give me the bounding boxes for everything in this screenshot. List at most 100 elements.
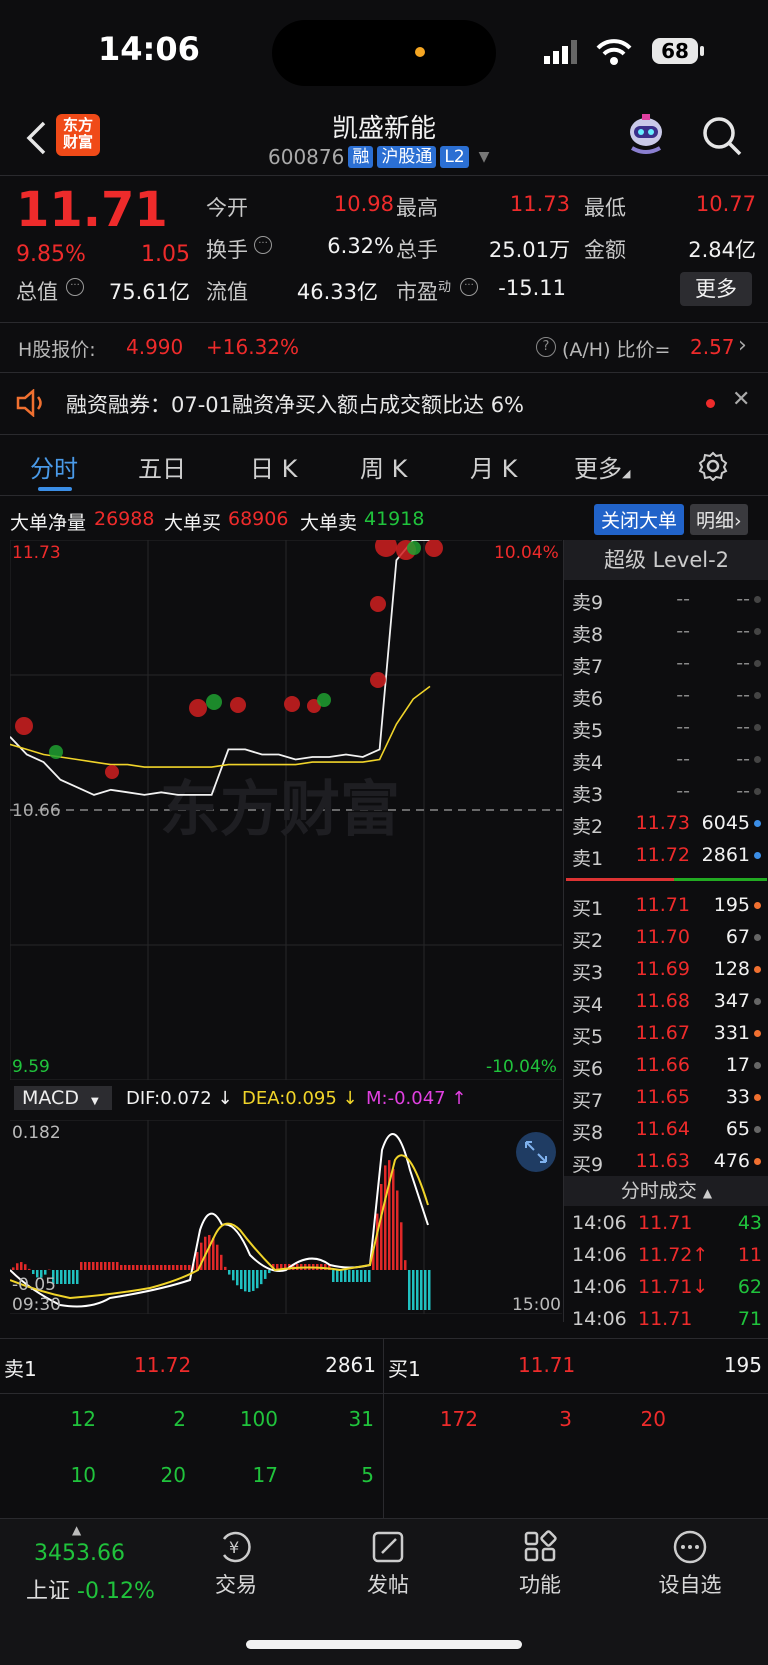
- amount-value: 2.84亿: [688, 238, 756, 262]
- macd-bar: [216, 1244, 219, 1270]
- wifi-icon: [596, 39, 632, 65]
- bid-price: 11.64: [635, 1118, 690, 1140]
- macd-bar: [240, 1270, 243, 1290]
- macd-bar: [164, 1265, 167, 1270]
- macd-bar: [412, 1270, 415, 1310]
- bid-row[interactable]: 买5 11.67 331: [564, 1018, 768, 1050]
- macd-bar: [184, 1265, 187, 1270]
- trades-title[interactable]: 分时成交 ▲: [564, 1176, 768, 1206]
- indicator-select[interactable]: MACD ▼: [14, 1086, 112, 1110]
- bid-row[interactable]: 买3 11.69 128: [564, 954, 768, 986]
- buy-marker: [407, 541, 421, 555]
- macd-bar: [416, 1270, 419, 1310]
- tab-monthly-k[interactable]: 月 K: [470, 449, 517, 484]
- macd-bar: [72, 1270, 75, 1284]
- macd-bar: [96, 1262, 99, 1270]
- bid-row[interactable]: 买9 11.63 476: [564, 1146, 768, 1178]
- tab-weekly-k[interactable]: 周 K: [360, 449, 407, 484]
- ask-row[interactable]: 卖2 11.73 6045: [564, 808, 768, 840]
- macd-bar: [120, 1265, 123, 1270]
- trade-price: 11.71: [638, 1212, 693, 1234]
- ask-order-cell: 12: [70, 1407, 96, 1431]
- settings-gear-icon[interactable]: [698, 451, 728, 481]
- ask-price: --: [676, 620, 690, 642]
- notice-banner[interactable]: 融资融券：07-01融资净买入额占成交额比达 6% ✕: [0, 372, 768, 432]
- robot-assistant-icon[interactable]: [622, 112, 670, 156]
- chart-tabs: 分时 五日 日 K 周 K 月 K 更多◢: [0, 434, 768, 496]
- tab-5day[interactable]: 五日: [138, 449, 186, 484]
- mktcap-label: 总值: [16, 280, 58, 304]
- nav-trade[interactable]: ¥ 交易: [186, 1529, 286, 1599]
- macd-bar: [148, 1265, 151, 1270]
- queue-bid-label: 买1: [388, 1357, 421, 1381]
- macd-bar: [220, 1254, 223, 1270]
- ask-row[interactable]: 卖5 -- --: [564, 712, 768, 744]
- macd-bar: [348, 1270, 351, 1282]
- trade-volume: 43: [737, 1212, 762, 1234]
- macd-bar: [336, 1270, 339, 1282]
- ask-level-label: 卖4: [572, 752, 604, 774]
- bid-level-label: 买9: [572, 1154, 604, 1176]
- stock-code-row[interactable]: 600876 融 沪股通 L2 ▼: [268, 144, 489, 170]
- bigorder-markers: [15, 540, 443, 779]
- bid-volume: 65: [725, 1118, 750, 1140]
- detail-button[interactable]: 明细›: [690, 504, 748, 535]
- ask-row[interactable]: 卖7 -- --: [564, 648, 768, 680]
- ask-row[interactable]: 卖8 -- --: [564, 616, 768, 648]
- ask-order-cell: 5: [361, 1463, 374, 1487]
- hshare-row[interactable]: H股报价: 4.990 +16.32% ? (A/H) 比价= 2.57 ›: [0, 322, 768, 370]
- help-icon[interactable]: ?: [536, 337, 556, 357]
- bid-order-cell: 172: [439, 1407, 478, 1431]
- nav-functions[interactable]: 功能: [490, 1529, 590, 1599]
- ask-row[interactable]: 卖6 -- --: [564, 680, 768, 712]
- bid-row[interactable]: 买6 11.66 17: [564, 1050, 768, 1082]
- bid-row[interactable]: 买4 11.68 347: [564, 986, 768, 1018]
- ask-row[interactable]: 卖4 -- --: [564, 744, 768, 776]
- macd-bar: [188, 1265, 191, 1270]
- expand-button[interactable]: [516, 1132, 556, 1172]
- close-icon[interactable]: ✕: [732, 387, 750, 412]
- trade-time: 14:06: [572, 1212, 627, 1234]
- bid-row[interactable]: 买2 11.70 67: [564, 922, 768, 954]
- index-value[interactable]: 3453.66: [34, 1541, 125, 1566]
- trade-time: 14:06: [572, 1308, 627, 1330]
- low-label: 最低: [584, 196, 626, 220]
- ask-row[interactable]: 卖9 -- --: [564, 584, 768, 616]
- bid-row[interactable]: 买1 11.71 195: [564, 890, 768, 922]
- macd-bar: [400, 1222, 403, 1270]
- macd-bar: [376, 1213, 379, 1270]
- trade-volume: 62: [737, 1276, 762, 1298]
- ask-row[interactable]: 卖1 11.72 2861: [564, 840, 768, 872]
- macd-bar: [224, 1266, 227, 1270]
- bid-row[interactable]: 买7 11.65 33: [564, 1082, 768, 1114]
- tab-daily-k[interactable]: 日 K: [250, 449, 297, 484]
- intraday-chart[interactable]: 东方财富 11.73 10.04% 10.66 9.59 -10.04%: [10, 540, 562, 1080]
- queue-dot: [754, 1062, 761, 1069]
- queue-dot: [754, 788, 761, 795]
- time-end: 15:00: [512, 1295, 561, 1314]
- ask-volume: --: [736, 620, 750, 642]
- macd-bar: [356, 1270, 359, 1282]
- info-icon[interactable]: ···: [254, 236, 272, 254]
- change-amount: 1.05: [141, 242, 190, 267]
- info-icon[interactable]: ···: [66, 278, 84, 296]
- more-button[interactable]: 更多: [680, 272, 752, 306]
- ask-row[interactable]: 卖3 -- --: [564, 776, 768, 808]
- close-bigorder-button[interactable]: 关闭大单: [594, 504, 685, 535]
- macd-grid: [10, 1120, 562, 1314]
- search-icon[interactable]: [700, 114, 744, 158]
- nav-post[interactable]: 发帖: [338, 1529, 438, 1599]
- index-row[interactable]: 上证 -0.12%: [26, 1573, 155, 1605]
- macd-bar: [248, 1270, 251, 1292]
- tab-more[interactable]: 更多◢: [574, 449, 630, 484]
- ask-level-label: 卖3: [572, 784, 604, 806]
- nav-watchlist[interactable]: 设自选: [640, 1529, 740, 1599]
- bid-row[interactable]: 买8 11.64 65: [564, 1114, 768, 1146]
- macd-bar: [408, 1270, 411, 1310]
- info-icon[interactable]: ···: [460, 278, 478, 296]
- tab-intraday[interactable]: 分时: [30, 449, 78, 484]
- macd-bar: [140, 1265, 143, 1270]
- macd-bar: [84, 1262, 87, 1270]
- macd-chart[interactable]: 0.182 -0.05 09:30 15:00: [10, 1120, 562, 1314]
- macd-bar: [104, 1262, 107, 1270]
